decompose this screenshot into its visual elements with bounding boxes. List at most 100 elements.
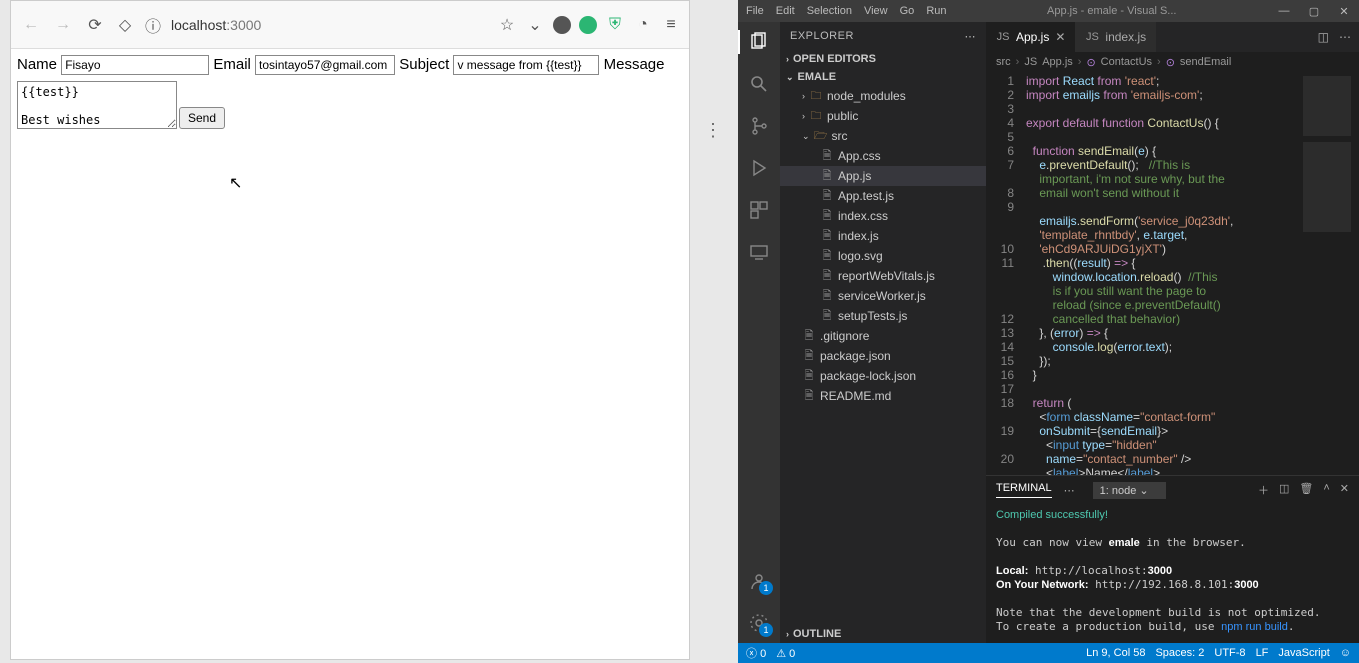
scm-activity-icon[interactable] xyxy=(747,114,771,138)
minimize-button[interactable]: — xyxy=(1269,5,1299,18)
editor-tabs: JSApp.js✕JSindex.js ◫ ⋯ xyxy=(986,22,1359,52)
status-eol[interactable]: LF xyxy=(1256,647,1269,659)
status-feedback-icon[interactable]: ☺ xyxy=(1340,647,1351,659)
code-editor[interactable]: 1234567 89 1011 12131415161718 19 20 imp… xyxy=(986,72,1359,475)
extensions-activity-icon[interactable] xyxy=(747,198,771,222)
explorer-sidebar: EXPLORER ⋯ ›OPEN EDITORS ⌄EMALE ›🗀node_m… xyxy=(780,22,986,643)
terminal-output[interactable]: Compiled successfully! You can now view … xyxy=(986,504,1359,643)
account-activity-icon[interactable]: 1 xyxy=(747,569,771,593)
menu-run[interactable]: Run xyxy=(926,5,946,17)
forward-button[interactable]: → xyxy=(51,13,75,37)
breadcrumb-src[interactable]: src xyxy=(996,56,1011,68)
folder-src[interactable]: ⌄🗁src xyxy=(780,126,986,146)
file-package-lock-json[interactable]: 🗎package-lock.json xyxy=(780,366,986,386)
subject-input[interactable] xyxy=(453,55,599,75)
remote-activity-icon[interactable] xyxy=(747,240,771,264)
status-errors[interactable]: ⓧ 0 xyxy=(746,645,766,661)
page-content: Name Email Subject Message {{test}} Best… xyxy=(11,49,689,659)
message-label: Message xyxy=(604,56,665,73)
new-terminal-icon[interactable]: ＋ xyxy=(1258,482,1269,498)
tab-App-js[interactable]: JSApp.js✕ xyxy=(986,22,1075,52)
close-button[interactable]: ✕ xyxy=(1329,5,1359,18)
status-warnings[interactable]: ⚠ 0 xyxy=(776,647,795,660)
panel-close-icon[interactable]: ✕ xyxy=(1340,482,1349,498)
settings-activity-icon[interactable]: 1 xyxy=(747,611,771,635)
debug-activity-icon[interactable] xyxy=(747,156,771,180)
code-content[interactable]: import React from 'react'; import emailj… xyxy=(1022,72,1299,475)
subject-label: Subject xyxy=(399,56,449,73)
search-activity-icon[interactable] xyxy=(747,72,771,96)
file-setupTests-js[interactable]: 🗎setupTests.js xyxy=(780,306,986,326)
menu-file[interactable]: File xyxy=(746,5,764,17)
outline-section[interactable]: ›OUTLINE xyxy=(780,625,986,643)
menu-selection[interactable]: Selection xyxy=(807,5,852,17)
breadcrumb-sendEmail[interactable]: sendEmail xyxy=(1180,56,1231,68)
split-editor-icon[interactable]: ◫ xyxy=(1318,30,1329,44)
status-lang[interactable]: JavaScript xyxy=(1278,647,1329,659)
editor-area: JSApp.js✕JSindex.js ◫ ⋯ src›JSApp.js›⊙Co… xyxy=(986,22,1359,643)
file-README-md[interactable]: 🗎README.md xyxy=(780,386,986,406)
menu-icon[interactable]: ≡ xyxy=(661,15,681,35)
email-input[interactable] xyxy=(255,55,395,75)
terminal-panel: TERMINAL ⋯ 1: node ⌄ ＋ ◫ 🗑 ˄ ✕ Compiled … xyxy=(986,475,1359,643)
shield-icon[interactable]: ◇ xyxy=(115,15,135,35)
breadcrumb[interactable]: src›JSApp.js›⊙ContactUs›⊙sendEmail xyxy=(986,52,1359,72)
menu-view[interactable]: View xyxy=(864,5,888,17)
breadcrumb-ContactUs[interactable]: ContactUs xyxy=(1101,56,1152,68)
email-label: Email xyxy=(213,56,251,73)
file-index-css[interactable]: 🗎index.css xyxy=(780,206,986,226)
explorer-activity-icon[interactable] xyxy=(747,30,771,54)
ext-icon-1[interactable] xyxy=(553,16,571,34)
ext-icon-3[interactable]: ◔ xyxy=(633,15,653,35)
file-index-js[interactable]: 🗎index.js xyxy=(780,226,986,246)
open-editors-section[interactable]: ›OPEN EDITORS xyxy=(780,50,986,68)
terminal-select[interactable]: 1: node ⌄ xyxy=(1093,482,1166,499)
minimap[interactable] xyxy=(1299,72,1359,475)
url-bar[interactable]: localhost:3000 xyxy=(171,10,489,40)
folder-public[interactable]: ›🗀public xyxy=(780,106,986,126)
status-spaces[interactable]: Spaces: 2 xyxy=(1155,647,1204,659)
activity-bar: 1 1 xyxy=(738,22,780,643)
menu-go[interactable]: Go xyxy=(900,5,915,17)
file-reportWebVitals-js[interactable]: 🗎reportWebVitals.js xyxy=(780,266,986,286)
status-encoding[interactable]: UTF-8 xyxy=(1214,647,1245,659)
ext-shield-icon[interactable]: ⛨ xyxy=(605,15,625,35)
overflow-menu-icon[interactable]: ⋮ xyxy=(704,120,722,141)
send-button[interactable]: Send xyxy=(179,107,225,129)
name-input[interactable] xyxy=(61,55,209,75)
file-package-json[interactable]: 🗎package.json xyxy=(780,346,986,366)
ext-icon-2[interactable] xyxy=(579,16,597,34)
editor-more-icon[interactable]: ⋯ xyxy=(1339,30,1351,44)
folder-node-modules[interactable]: ›🗀node_modules xyxy=(780,86,986,106)
tab-index-js[interactable]: JSindex.js xyxy=(1075,22,1156,52)
menu-edit[interactable]: Edit xyxy=(776,5,795,17)
file-App-js[interactable]: 🗎App.js xyxy=(780,166,986,186)
kill-terminal-icon[interactable]: 🗑 xyxy=(1299,482,1313,498)
split-terminal-icon[interactable]: ◫ xyxy=(1279,482,1289,498)
message-textarea[interactable]: {{test}} Best wishes xyxy=(17,81,177,129)
menu-bar: File Edit Selection View Go Run xyxy=(738,5,955,17)
window-title: App.js - emale - Visual S... xyxy=(955,5,1270,17)
file-App-css[interactable]: 🗎App.css xyxy=(780,146,986,166)
breadcrumb-App.js[interactable]: App.js xyxy=(1042,56,1073,68)
back-button[interactable]: ← xyxy=(19,13,43,37)
file-serviceWorker-js[interactable]: 🗎serviceWorker.js xyxy=(780,286,986,306)
panel-more-icon[interactable]: ⋯ xyxy=(1064,484,1075,497)
file-App-test-js[interactable]: 🗎App.test.js xyxy=(780,186,986,206)
panel-chevron-up-icon[interactable]: ˄ xyxy=(1323,482,1329,498)
project-section[interactable]: ⌄EMALE xyxy=(780,68,986,86)
pocket-icon[interactable]: ⌄ xyxy=(525,15,545,35)
close-tab-icon[interactable]: ✕ xyxy=(1055,30,1065,44)
explorer-more-icon[interactable]: ⋯ xyxy=(965,30,977,43)
js-file-icon: JS xyxy=(1085,31,1099,43)
maximize-button[interactable]: ▢ xyxy=(1299,5,1329,18)
reload-button[interactable]: ⟳ xyxy=(83,13,107,37)
terminal-tab[interactable]: TERMINAL xyxy=(996,482,1052,498)
vscode-window: File Edit Selection View Go Run App.js - emal… xyxy=(738,0,1359,663)
bookmark-star-icon[interactable]: ☆ xyxy=(497,15,517,35)
settings-badge: 1 xyxy=(759,623,773,637)
file--gitignore[interactable]: 🗎.gitignore xyxy=(780,326,986,346)
info-icon[interactable]: ⓘ xyxy=(143,15,163,35)
status-ln-col[interactable]: Ln 9, Col 58 xyxy=(1086,647,1145,659)
file-logo-svg[interactable]: 🗎logo.svg xyxy=(780,246,986,266)
